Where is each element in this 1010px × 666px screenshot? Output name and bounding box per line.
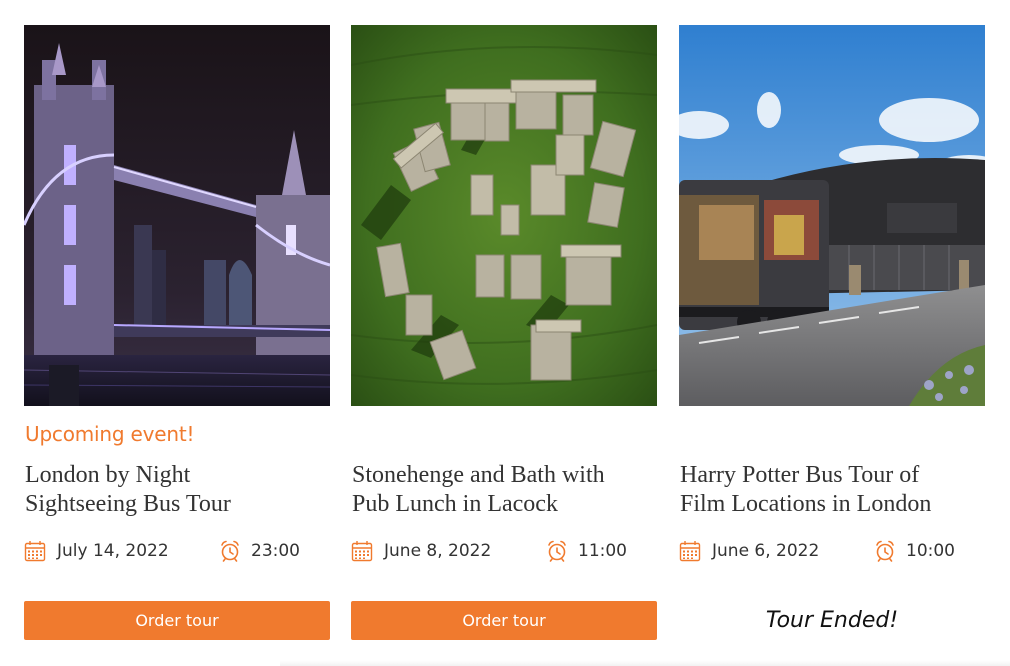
tour-title-line: Pub Lunch in Lacock: [352, 491, 558, 517]
tour-title-line: Sightseeing Bus Tour: [25, 491, 231, 517]
upcoming-event-label: Upcoming event!: [25, 422, 195, 446]
tour-title-line: London by Night: [25, 462, 191, 488]
calendar-icon: [24, 541, 46, 562]
tour-ended-label: Tour Ended!: [765, 608, 899, 633]
tour-title[interactable]: Stonehenge and Bath with Pub Lunch in La…: [352, 461, 658, 519]
calendar-icon: [679, 541, 701, 562]
tour-time: 11:00: [578, 541, 627, 561]
alarm-clock-icon: [548, 540, 566, 562]
order-tour-button[interactable]: Order tour: [351, 601, 657, 640]
tour-meta: June 8, 2022 11:00: [351, 540, 657, 562]
alarm-clock-icon: [221, 540, 239, 562]
tour-card: Upcoming event! London by Night Sightsee…: [24, 25, 330, 645]
tour-title[interactable]: Harry Potter Bus Tour of Film Locations …: [680, 461, 986, 519]
tour-time: 23:00: [251, 541, 300, 561]
tour-title-line: Harry Potter Bus Tour of: [680, 462, 920, 488]
order-tour-button[interactable]: Order tour: [24, 601, 330, 640]
tour-date: June 8, 2022: [384, 541, 492, 561]
tour-title-line: Film Locations in London: [680, 491, 932, 517]
tour-card: Stonehenge and Bath with Pub Lunch in La…: [351, 25, 657, 645]
calendar-icon: [351, 541, 373, 562]
tour-image[interactable]: [351, 25, 657, 406]
tour-grid: Upcoming event! London by Night Sightsee…: [0, 0, 1010, 666]
tour-title-line: Stonehenge and Bath with: [352, 462, 605, 488]
tour-time: 10:00: [906, 541, 955, 561]
section-divider: [280, 660, 1010, 666]
tour-image[interactable]: [24, 25, 330, 406]
tour-card: Harry Potter Bus Tour of Film Locations …: [679, 25, 985, 645]
alarm-clock-icon: [876, 540, 894, 562]
tour-meta: June 6, 2022 10:00: [679, 540, 985, 562]
tour-meta: July 14, 2022 23:00: [24, 540, 330, 562]
tour-title[interactable]: London by Night Sightseeing Bus Tour: [25, 461, 331, 519]
tour-date: June 6, 2022: [712, 541, 820, 561]
tour-image[interactable]: [679, 25, 985, 406]
tour-date: July 14, 2022: [57, 541, 169, 561]
